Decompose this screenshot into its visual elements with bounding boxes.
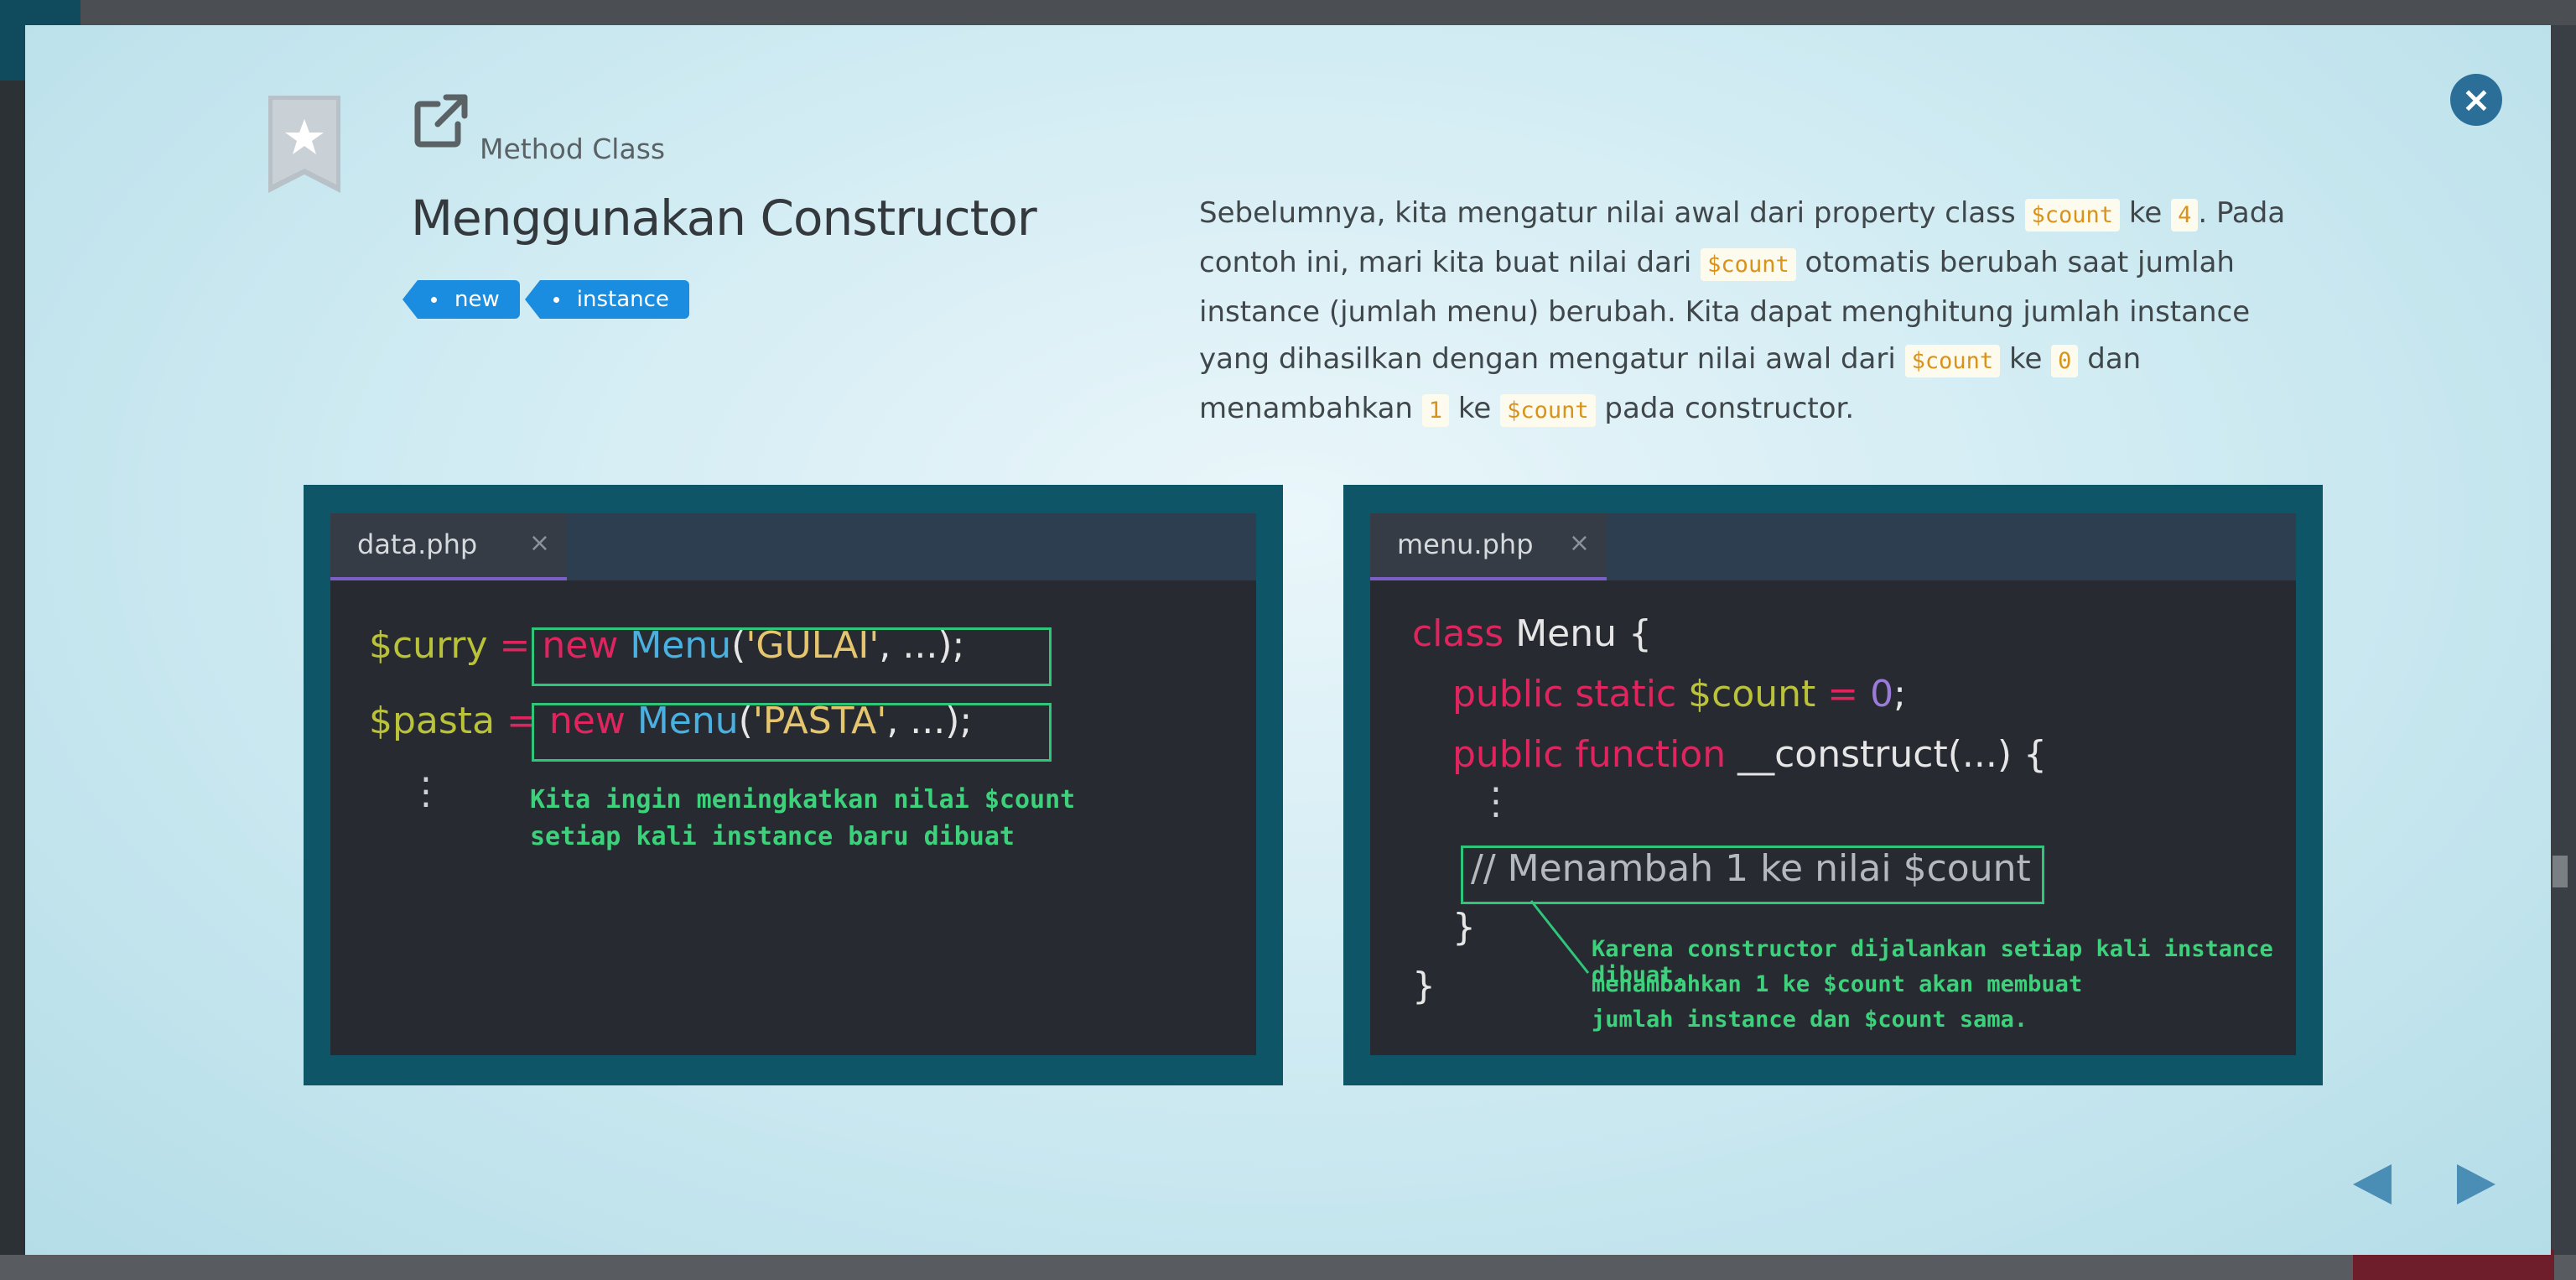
editor-tabbar: data.php × [330,513,1256,580]
inline-code: 4 [2171,199,2199,232]
background-topbar [0,0,2576,25]
editor-tabbar: menu.php × [1370,513,2296,580]
annotation-note: setiap kali instance baru dibuat [530,822,1015,851]
code-line-count: public static $count = 0; [1452,673,1906,715]
slide-modal: × Method Class Menggunakan Constructor n… [25,25,2551,1255]
code-editor: data.php × $curry = new Menu('GULAI', ..… [330,513,1256,1055]
code-panel-menu-php: menu.php × class Menu { public static $c… [1343,485,2323,1085]
close-icon[interactable]: × [2450,74,2502,126]
tab-menu-php[interactable]: menu.php × [1370,513,1607,580]
arrow-right-icon[interactable] [2457,1164,2496,1205]
background-bottombar [0,1255,2576,1280]
code-close-brace: } [1452,906,1476,949]
arrow-left-icon[interactable] [2353,1164,2392,1205]
code-editor: menu.php × class Menu { public static $c… [1370,513,2296,1055]
tab-label: menu.php [1397,528,1534,560]
tab-data-php[interactable]: data.php × [330,513,567,580]
code-line-constructor: public function __construct(...) { [1452,733,2047,776]
inline-code: $count [1701,248,1796,281]
tag-list: new instance [402,280,689,319]
highlight-box [532,703,1052,762]
annotation-note: Kita ingin meningkatkan nilai $count [530,785,1076,814]
inline-code: $count [1904,345,2001,377]
inline-code: 1 [1421,394,1450,427]
annotation-note: jumlah instance dan $count sama. [1592,1007,2028,1033]
tag-new[interactable]: new [402,280,520,319]
bookmark-star-icon[interactable] [268,96,340,193]
section-label: Method Class [480,133,666,165]
highlight-box [532,627,1052,686]
code-ellipsis: ⋮ [408,770,444,813]
background-sidebar [0,0,25,1280]
inline-code: $count [2024,199,2121,232]
inline-code: 0 [2051,345,2079,377]
background-scrollbar [2553,856,2568,887]
annotation-note: menambahkan 1 ke $count akan membuat [1592,971,2083,997]
code-ellipsis: ⋮ [1478,780,1514,823]
description-text: Sebelumnya, kita mengatur nilai awal dar… [1199,196,2286,427]
tab-close-icon[interactable]: × [529,528,550,558]
external-link-icon [414,94,468,148]
tag-instance[interactable]: instance [524,280,689,319]
code-close-brace: } [1412,965,1436,1007]
code-comment: // Menambah 1 ke nilai $count [1471,847,2031,890]
page-title: Menggunakan Constructor [411,190,1037,247]
annotation-pointer [1530,900,1590,974]
code-panel-data-php: data.php × $curry = new Menu('GULAI', ..… [304,485,1283,1085]
tab-label: data.php [357,528,478,560]
tab-close-icon[interactable]: × [1569,528,1590,558]
inline-code: $count [1500,394,1596,427]
code-line-class: class Menu { [1412,612,1653,655]
